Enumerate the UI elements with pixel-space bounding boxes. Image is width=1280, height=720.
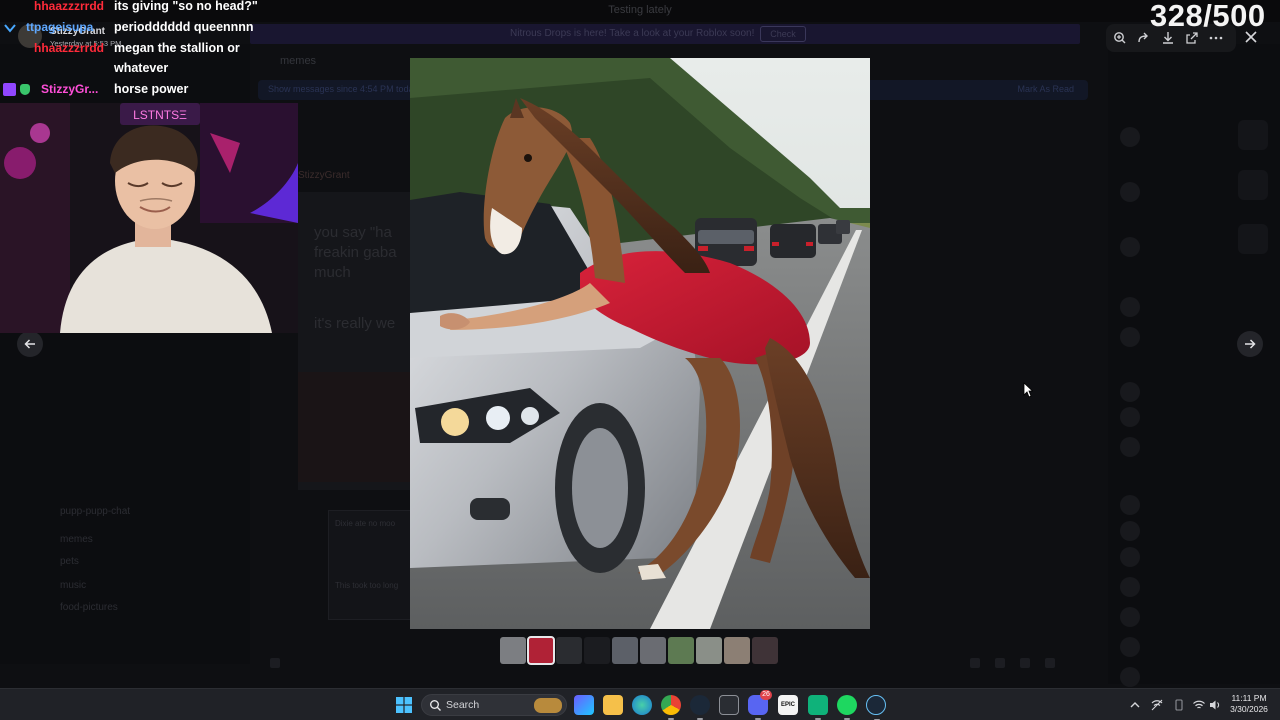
epic-games-icon[interactable]: EPIC bbox=[778, 695, 798, 715]
webcam-feed: LSTNTSΞ bbox=[0, 103, 298, 333]
search-highlight-icon bbox=[534, 698, 562, 713]
edge-icon[interactable] bbox=[632, 695, 652, 715]
file-explorer-icon[interactable] bbox=[603, 695, 623, 715]
thumbnail[interactable] bbox=[724, 637, 750, 664]
steam-2-icon[interactable] bbox=[866, 695, 886, 720]
spotify-icon[interactable] bbox=[837, 695, 857, 720]
clock-date: 3/30/2026 bbox=[1230, 704, 1268, 714]
network-icon[interactable] bbox=[1150, 698, 1164, 712]
zoom-icon[interactable] bbox=[1110, 28, 1130, 48]
chat-username: hhaazzzrrdd bbox=[34, 0, 105, 13]
arrow-right-icon bbox=[1245, 339, 1256, 349]
previous-image-button[interactable] bbox=[17, 331, 43, 357]
wifi-icon[interactable] bbox=[1192, 698, 1206, 712]
thumbnail[interactable] bbox=[752, 637, 778, 664]
chat-text: horse power bbox=[114, 82, 189, 96]
thumbnail[interactable] bbox=[612, 637, 638, 664]
search-placeholder: Search bbox=[446, 699, 480, 711]
android-studio-icon[interactable] bbox=[808, 695, 828, 720]
discord-icon[interactable]: 26 bbox=[748, 690, 772, 720]
lightbox-image bbox=[410, 58, 870, 629]
chat-text: megan the stallion or bbox=[114, 41, 240, 55]
thumbnail[interactable] bbox=[584, 637, 610, 664]
windows-start-icon[interactable] bbox=[396, 697, 412, 718]
tray-chevron-icon[interactable] bbox=[1128, 698, 1142, 712]
clock-time: 11:11 PM bbox=[1231, 693, 1267, 703]
taskbar: Search 26 EPIC 11:11 PM 3/30/2026 bbox=[0, 688, 1280, 720]
mouse-cursor-icon bbox=[1023, 382, 1034, 403]
thumbnail[interactable] bbox=[640, 637, 666, 664]
thumbnail[interactable] bbox=[696, 637, 722, 664]
twitch-badge-icon bbox=[3, 83, 16, 96]
chat-text: whatever bbox=[114, 61, 169, 75]
chat-username: StizzyGr... bbox=[41, 82, 99, 96]
chat-text: its giving "so no head?" bbox=[114, 0, 258, 13]
battery-icon[interactable] bbox=[1172, 698, 1186, 712]
goal-counter: 328/500 bbox=[1150, 0, 1266, 33]
taskbar-clock[interactable]: 11:11 PM 3/30/2026 bbox=[1224, 693, 1274, 715]
chat-username: ttpageisupa bbox=[26, 20, 94, 34]
chat-username: hhaazzzrrdd bbox=[34, 41, 105, 55]
thumbnail-active[interactable] bbox=[527, 636, 555, 665]
thumbnail[interactable] bbox=[500, 637, 526, 664]
taskbar-search[interactable]: Search bbox=[421, 694, 567, 716]
svg-text:LSTNTSΞ: LSTNTSΞ bbox=[133, 108, 187, 122]
thumbnail-strip bbox=[500, 636, 780, 665]
steam-icon[interactable] bbox=[690, 695, 710, 720]
chrome-icon[interactable] bbox=[661, 695, 681, 720]
store-icon[interactable] bbox=[719, 695, 739, 715]
stream-chat-overlay: hhaazzzrrdd its giving "so no head?" ttp… bbox=[0, 0, 300, 104]
sub-badge-icon bbox=[4, 21, 16, 33]
thumbnail[interactable] bbox=[556, 637, 582, 664]
drop-badge-icon bbox=[20, 84, 30, 95]
arrow-left-icon bbox=[24, 339, 35, 349]
volume-icon[interactable] bbox=[1208, 698, 1222, 712]
next-image-button[interactable] bbox=[1237, 331, 1263, 357]
thumbnail[interactable] bbox=[668, 637, 694, 664]
copilot-icon[interactable] bbox=[574, 695, 594, 715]
search-icon bbox=[430, 700, 441, 711]
discord-badge: 26 bbox=[760, 690, 772, 700]
chat-text: periodddddd queennnn bbox=[114, 20, 254, 34]
